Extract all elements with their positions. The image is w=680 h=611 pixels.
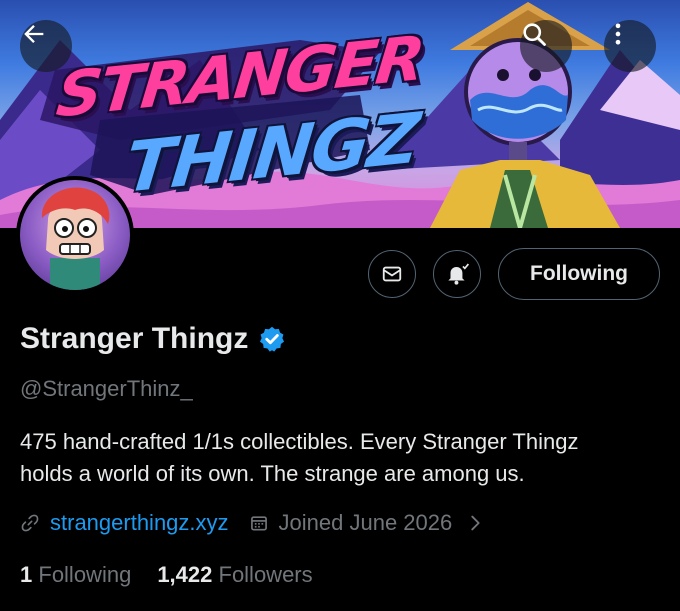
profile-avatar[interactable] [16, 176, 134, 294]
link-icon [21, 514, 39, 532]
more-vertical-icon [615, 23, 621, 45]
following-button[interactable]: Following [498, 248, 660, 300]
message-button[interactable] [368, 250, 416, 298]
name-row: Stranger Thingz [20, 322, 286, 356]
profile-meta-row: strangerthingz.xyz Joined June 2026 [20, 510, 486, 536]
following-count: 1 [20, 562, 33, 587]
verified-badge-icon[interactable] [258, 325, 286, 353]
arrow-left-icon [24, 25, 44, 43]
avatar-image [41, 187, 110, 290]
profile-bio: 475 hand-crafted 1/1s collectibles. Ever… [20, 426, 660, 490]
bio-line-2: holds a world of its own. The strange ar… [20, 461, 525, 486]
chevron-right-icon[interactable] [464, 512, 486, 534]
more-options-button[interactable] [604, 20, 656, 72]
follow-stats: 1 Following 1,422 Followers [20, 562, 313, 588]
followers-label: Followers [218, 562, 313, 587]
website-link[interactable]: strangerthingz.xyz [50, 510, 229, 536]
back-button[interactable] [20, 20, 72, 72]
bell-check-icon [448, 263, 470, 285]
search-button[interactable] [520, 20, 572, 72]
joined-date: Joined June 2026 [278, 510, 453, 535]
search-icon [523, 23, 546, 46]
bio-line-1: 475 hand-crafted 1/1s collectibles. Ever… [20, 429, 579, 454]
following-label: Following [38, 562, 132, 587]
followers-stat[interactable]: 1,422 Followers [157, 562, 312, 588]
followers-count: 1,422 [157, 562, 213, 587]
display-name: Stranger Thingz [20, 322, 249, 355]
notifications-button[interactable] [433, 250, 481, 298]
calendar-icon [250, 516, 267, 531]
following-stat[interactable]: 1 Following [20, 562, 131, 588]
envelope-icon [382, 266, 402, 282]
user-handle: @StrangerThinz_ [20, 376, 193, 401]
